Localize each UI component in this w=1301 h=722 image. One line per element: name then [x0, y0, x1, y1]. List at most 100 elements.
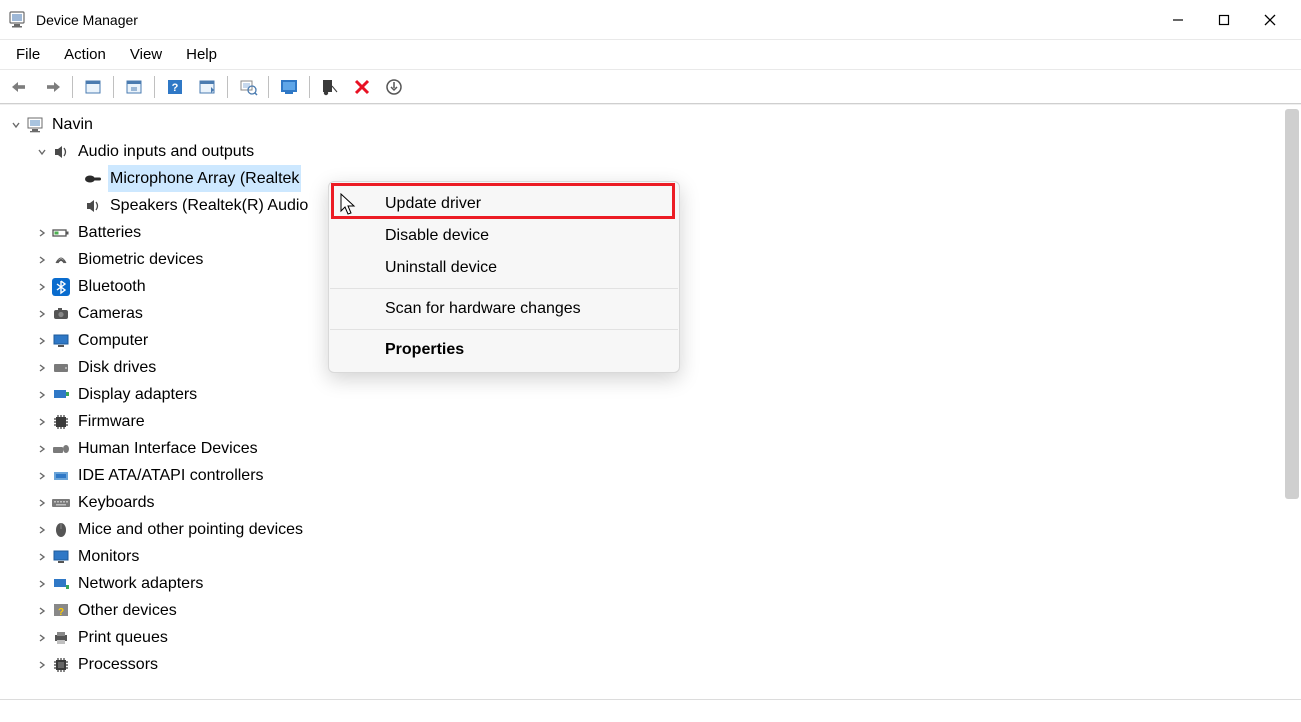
- tree-category[interactable]: Network adapters: [8, 570, 1301, 597]
- chevron-right-icon[interactable]: [34, 606, 50, 616]
- content-area: Navin Audio inputs and outputs Microphon…: [0, 104, 1301, 718]
- ctx-disable-device[interactable]: Disable device: [329, 220, 679, 252]
- chevron-right-icon[interactable]: [34, 228, 50, 238]
- ctx-uninstall-device[interactable]: Uninstall device: [329, 252, 679, 284]
- menu-action[interactable]: Action: [52, 42, 118, 67]
- ctx-properties[interactable]: Properties: [329, 334, 679, 366]
- uninstall-device-button[interactable]: [348, 74, 376, 100]
- disable-device-button[interactable]: [316, 74, 344, 100]
- ctx-separator: [330, 329, 678, 330]
- chevron-down-icon[interactable]: [8, 120, 24, 130]
- tree-category[interactable]: Human Interface Devices: [8, 435, 1301, 462]
- fingerprint-icon: [50, 249, 72, 271]
- network-icon: [50, 573, 72, 595]
- title-bar: Device Manager: [0, 0, 1301, 40]
- menu-help[interactable]: Help: [174, 42, 229, 67]
- tree-category-label: Keyboards: [76, 489, 157, 516]
- tree-category-label: Processors: [76, 651, 160, 678]
- tree-category[interactable]: Print queues: [8, 624, 1301, 651]
- speaker-icon: [50, 141, 72, 163]
- unknown-device-icon: ?: [50, 600, 72, 622]
- tree-category-label: Bluetooth: [76, 273, 148, 300]
- printer-icon: [50, 627, 72, 649]
- chevron-right-icon[interactable]: [34, 498, 50, 508]
- chevron-right-icon[interactable]: [34, 525, 50, 535]
- chevron-right-icon[interactable]: [34, 309, 50, 319]
- chevron-right-icon[interactable]: [34, 471, 50, 481]
- enable-device-button[interactable]: [380, 74, 408, 100]
- tree-category-label: Firmware: [76, 408, 147, 435]
- chevron-right-icon[interactable]: [34, 552, 50, 562]
- ctx-update-driver[interactable]: Update driver: [329, 188, 679, 220]
- action-button[interactable]: [193, 74, 221, 100]
- show-hidden-button[interactable]: [79, 74, 107, 100]
- close-button[interactable]: [1247, 4, 1293, 36]
- back-button[interactable]: [6, 74, 34, 100]
- chevron-right-icon[interactable]: [34, 282, 50, 292]
- ctx-scan-hardware[interactable]: Scan for hardware changes: [329, 293, 679, 325]
- computer-icon: [24, 114, 46, 136]
- svg-text:?: ?: [172, 82, 179, 94]
- tree-category-label: Display adapters: [76, 381, 199, 408]
- tree-category[interactable]: Mice and other pointing devices: [8, 516, 1301, 543]
- chevron-right-icon[interactable]: [34, 255, 50, 265]
- tree-category[interactable]: Monitors: [8, 543, 1301, 570]
- vertical-scrollbar[interactable]: [1285, 109, 1299, 499]
- chevron-right-icon[interactable]: [34, 363, 50, 373]
- tree-category-label: Disk drives: [76, 354, 158, 381]
- tree-category-label: IDE ATA/ATAPI controllers: [76, 462, 266, 489]
- display-adapter-icon: [50, 384, 72, 406]
- chevron-right-icon[interactable]: [34, 633, 50, 643]
- tree-category-label: Computer: [76, 327, 150, 354]
- chevron-right-icon[interactable]: [34, 579, 50, 589]
- chevron-right-icon[interactable]: [34, 660, 50, 670]
- tree-device-label: Speakers (Realtek(R) Audio: [108, 192, 310, 219]
- tree-device-label: Microphone Array (Realtek: [108, 165, 301, 192]
- microphone-icon: [82, 168, 104, 190]
- tree-category-audio[interactable]: Audio inputs and outputs: [8, 138, 1301, 165]
- chevron-right-icon[interactable]: [34, 336, 50, 346]
- minimize-button[interactable]: [1155, 4, 1201, 36]
- update-driver-button[interactable]: [275, 74, 303, 100]
- tree-category[interactable]: Processors: [8, 651, 1301, 678]
- camera-icon: [50, 303, 72, 325]
- chevron-right-icon[interactable]: [34, 444, 50, 454]
- tree-category-label: Human Interface Devices: [76, 435, 260, 462]
- tree-category[interactable]: Display adapters: [8, 381, 1301, 408]
- tree-category-label: Mice and other pointing devices: [76, 516, 305, 543]
- monitor-icon: [50, 546, 72, 568]
- chip-icon: [50, 411, 72, 433]
- toolbar: ?: [0, 70, 1301, 104]
- chevron-right-icon[interactable]: [34, 390, 50, 400]
- menu-view[interactable]: View: [118, 42, 174, 67]
- tree-category[interactable]: Keyboards: [8, 489, 1301, 516]
- context-menu: Update driver Disable device Uninstall d…: [328, 181, 680, 373]
- chevron-right-icon[interactable]: [34, 417, 50, 427]
- tree-category-label: Batteries: [76, 219, 143, 246]
- maximize-button[interactable]: [1201, 4, 1247, 36]
- divider: [0, 699, 1301, 700]
- ide-controller-icon: [50, 465, 72, 487]
- chevron-down-icon[interactable]: [34, 147, 50, 157]
- tree-category-label: Cameras: [76, 300, 145, 327]
- ctx-separator: [330, 288, 678, 289]
- window-title: Device Manager: [36, 12, 138, 28]
- speaker-icon: [82, 195, 104, 217]
- tree-category[interactable]: IDE ATA/ATAPI controllers: [8, 462, 1301, 489]
- properties-button[interactable]: [120, 74, 148, 100]
- menu-file[interactable]: File: [4, 42, 52, 67]
- tree-category-label: Audio inputs and outputs: [76, 138, 256, 165]
- forward-button[interactable]: [38, 74, 66, 100]
- disk-icon: [50, 357, 72, 379]
- scan-hardware-button[interactable]: [234, 74, 262, 100]
- tree-root[interactable]: Navin: [8, 111, 1301, 138]
- help-button[interactable]: ?: [161, 74, 189, 100]
- bluetooth-icon: [50, 276, 72, 298]
- app-icon: [6, 9, 28, 31]
- processor-icon: [50, 654, 72, 676]
- menu-bar: File Action View Help: [0, 40, 1301, 70]
- tree-category-label: Other devices: [76, 597, 179, 624]
- tree-category-label: Monitors: [76, 543, 141, 570]
- tree-category[interactable]: Firmware: [8, 408, 1301, 435]
- tree-category[interactable]: ?Other devices: [8, 597, 1301, 624]
